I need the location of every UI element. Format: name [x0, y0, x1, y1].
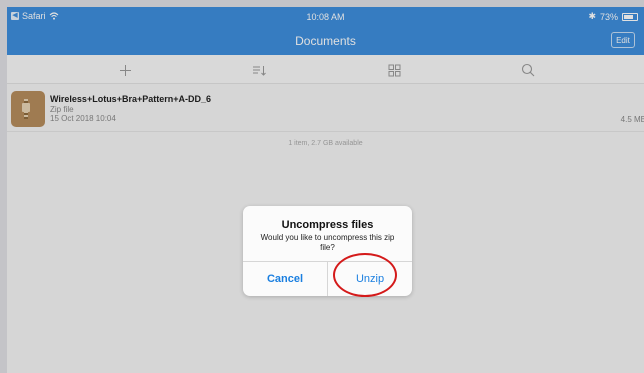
- unzip-button[interactable]: Unzip: [328, 262, 412, 296]
- dialog-message: Would you like to uncompress this zip fi…: [260, 233, 395, 252]
- dialog-title: Uncompress files: [281, 219, 374, 231]
- ipad-screen: ◀ Safari 10:08 AM ✱ 73% Documents Edit W…: [7, 7, 644, 373]
- cancel-button[interactable]: Cancel: [243, 262, 327, 296]
- modal-overlay: [7, 7, 644, 373]
- uncompress-dialog: Uncompress files Would you like to uncom…: [243, 206, 412, 296]
